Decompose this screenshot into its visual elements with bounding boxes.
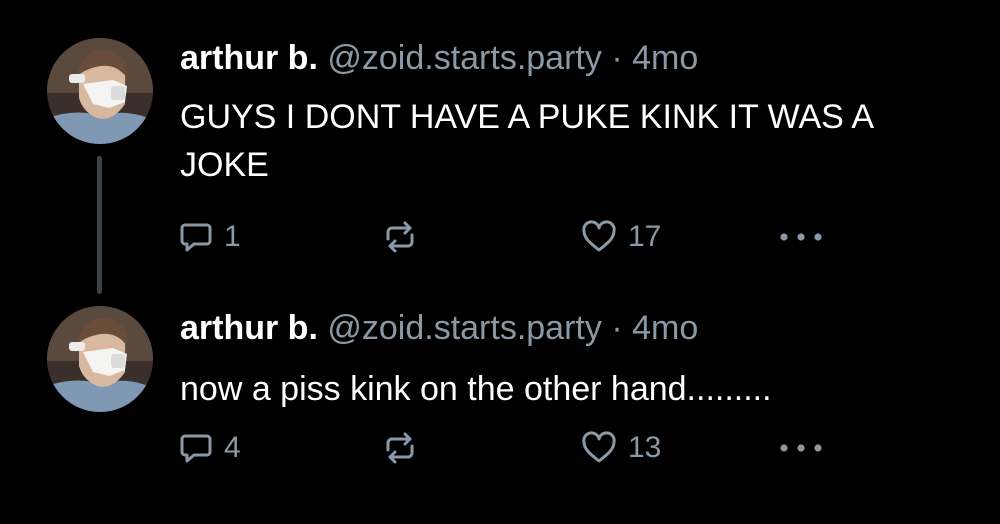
separator-dot: · [611, 39, 623, 77]
reply-button[interactable]: 4 [178, 428, 241, 468]
post-header: arthur b. @zoid.starts.party · 4mo [180, 308, 698, 348]
more-options-button[interactable] [778, 217, 824, 257]
post-actions: 4 13 [0, 428, 1000, 468]
avatar[interactable] [47, 306, 153, 412]
repost-arrows-icon [380, 217, 420, 257]
post-header: arthur b. @zoid.starts.party · 4mo [180, 38, 698, 78]
author-handle[interactable]: @zoid.starts.party [327, 39, 602, 77]
post[interactable]: arthur b. @zoid.starts.party · 4mo now a… [0, 290, 1000, 524]
reply-count: 4 [224, 431, 241, 464]
post-actions: 1 17 [0, 217, 1000, 257]
post-text: GUYS I DONT HAVE A PUKE KINK IT WAS A JO… [180, 98, 873, 184]
repost-button[interactable] [380, 428, 430, 468]
heart-icon [580, 430, 618, 466]
author-handle[interactable]: @zoid.starts.party [327, 309, 602, 347]
more-options-button[interactable] [778, 428, 824, 468]
reply-button[interactable]: 1 [178, 217, 241, 257]
speech-bubble-icon [178, 219, 214, 255]
repost-arrows-icon [380, 428, 420, 468]
like-button[interactable]: 17 [580, 217, 661, 257]
ellipsis-icon [778, 442, 824, 454]
avatar-image [47, 38, 153, 144]
reply-count: 1 [224, 220, 241, 253]
avatar[interactable] [47, 38, 153, 144]
like-count: 13 [628, 431, 662, 464]
separator-dot: · [611, 309, 623, 347]
post-timestamp[interactable]: 4mo [632, 39, 698, 77]
post-thread: arthur b. @zoid.starts.party · 4mo GUYS … [0, 0, 1000, 524]
author-display-name[interactable]: arthur b. [180, 309, 318, 347]
author-display-name[interactable]: arthur b. [180, 39, 318, 77]
repost-button[interactable] [380, 217, 430, 257]
like-button[interactable]: 13 [580, 428, 661, 468]
ellipsis-icon [778, 231, 824, 243]
post-text: now a piss kink on the other hand.......… [180, 370, 772, 408]
speech-bubble-icon [178, 430, 214, 466]
post[interactable]: arthur b. @zoid.starts.party · 4mo GUYS … [0, 0, 1000, 290]
avatar-image [47, 306, 153, 412]
post-timestamp[interactable]: 4mo [632, 309, 698, 347]
heart-icon [580, 219, 618, 255]
like-count: 17 [628, 220, 662, 253]
